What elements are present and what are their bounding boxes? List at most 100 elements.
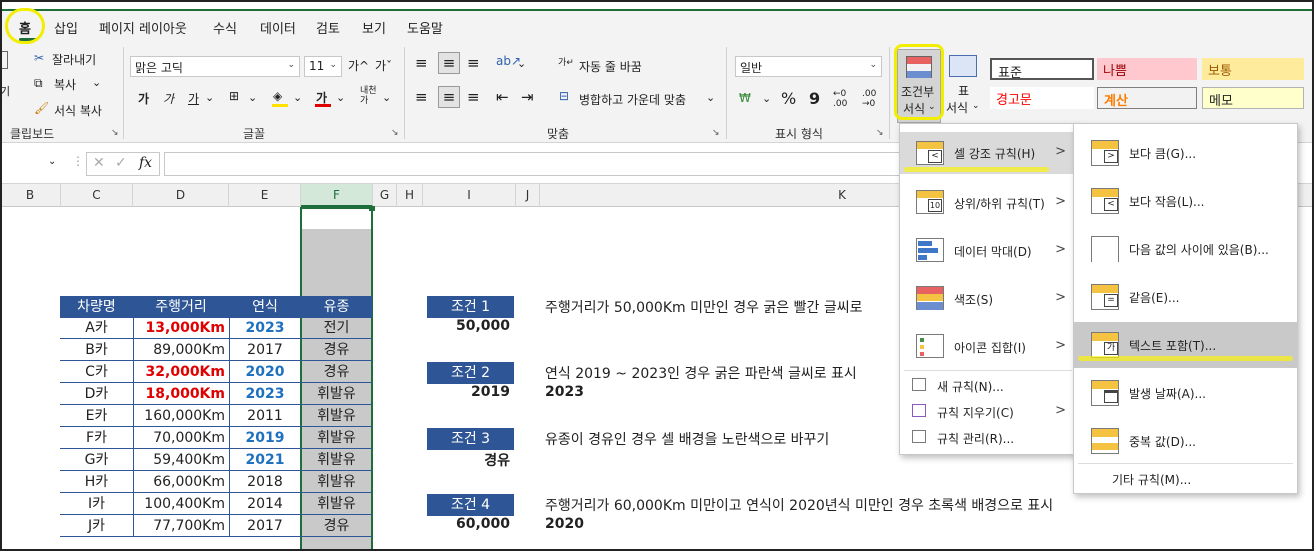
format-as-table-button[interactable]: 표 서식 ⌄ bbox=[946, 49, 982, 123]
column-header[interactable]: I bbox=[423, 184, 516, 207]
table-cell-fuel[interactable]: 휘발유 bbox=[301, 383, 372, 405]
menu-item-data-bars[interactable]: 데이터 막대(D) > bbox=[900, 228, 1076, 272]
menu-item-top-bottom[interactable]: 10 상위/하위 규칙(T) > bbox=[900, 180, 1076, 224]
menu-item-icon-sets[interactable]: 아이콘 집합(I) > bbox=[900, 324, 1076, 368]
formula-input[interactable] bbox=[164, 152, 904, 176]
table-cell-fuel[interactable]: 경유 bbox=[301, 361, 372, 383]
condition-value[interactable]: 2019 bbox=[430, 384, 510, 400]
conditional-formatting-button[interactable]: 조건부 서식 ⌄ bbox=[897, 49, 941, 123]
submenu-item-less-than[interactable]: < 보다 작음(L)... bbox=[1074, 178, 1297, 224]
align-bottom-icon[interactable]: ≡ bbox=[467, 54, 480, 72]
tab-data[interactable]: 데이터 bbox=[260, 18, 296, 37]
number-launcher-icon[interactable]: ↘ bbox=[876, 128, 884, 138]
table-cell-dist[interactable]: 13,000Km bbox=[133, 317, 229, 339]
style-note[interactable]: 메모 bbox=[1202, 87, 1304, 109]
table-cell-year[interactable]: 2018 bbox=[229, 471, 301, 493]
tab-page-layout[interactable]: 페이지 레이아웃 bbox=[99, 18, 187, 37]
table-cell-year[interactable]: 2019 bbox=[229, 427, 301, 449]
submenu-item-between[interactable]: 다음 값의 사이에 있음(B)... bbox=[1074, 226, 1297, 272]
column-header[interactable]: C bbox=[61, 184, 133, 207]
table-cell-fuel[interactable]: 전기 bbox=[301, 317, 372, 339]
increase-indent-icon[interactable]: ⇥ bbox=[521, 88, 534, 106]
font-name-dropdown[interactable]: 맑은 고딕 ⌄ bbox=[130, 56, 300, 77]
column-header[interactable]: B bbox=[0, 184, 61, 207]
style-warning[interactable]: 경고문 bbox=[990, 87, 1094, 109]
tab-review[interactable]: 검토 bbox=[316, 18, 340, 37]
align-right-icon[interactable]: ≡ bbox=[467, 88, 480, 106]
tab-formulas[interactable]: 수식 bbox=[213, 18, 237, 37]
underline-dropdown-icon[interactable]: ⌄ bbox=[205, 91, 214, 104]
currency-icon[interactable]: ₩ bbox=[739, 91, 751, 105]
condition-value[interactable]: 60,000 bbox=[430, 516, 510, 532]
table-cell-dist[interactable]: 89,000Km bbox=[133, 339, 229, 361]
column-header[interactable]: J bbox=[516, 184, 540, 207]
align-top-icon[interactable]: ≡ bbox=[415, 54, 428, 72]
table-cell-dist[interactable]: 32,000Km bbox=[133, 361, 229, 383]
condition-value-2[interactable]: 2020 bbox=[545, 516, 584, 532]
tab-view[interactable]: 보기 bbox=[362, 18, 386, 37]
increase-decimal-icon[interactable]: ←0.00 bbox=[833, 89, 847, 109]
fill-dropdown-icon[interactable]: ⌄ bbox=[293, 91, 302, 104]
underline-button[interactable]: 가 bbox=[188, 90, 199, 107]
font-launcher-icon[interactable]: ↘ bbox=[391, 128, 399, 138]
table-cell-year[interactable]: 2017 bbox=[229, 339, 301, 361]
font-color-dropdown-icon[interactable]: ⌄ bbox=[336, 91, 345, 104]
italic-button[interactable]: 가 bbox=[163, 90, 174, 107]
shrink-font-button[interactable]: 가ˇ bbox=[375, 57, 392, 74]
table-cell-dist[interactable]: 100,400Km bbox=[133, 493, 229, 515]
cut-button[interactable]: 잘라내기 bbox=[52, 51, 96, 68]
paste-label[interactable]: 기 bbox=[0, 83, 10, 99]
table-cell-name[interactable]: F카 bbox=[60, 427, 133, 449]
table-cell-name[interactable]: D카 bbox=[60, 383, 133, 405]
menu-item-new-rule[interactable]: 새 규칙(N)... bbox=[900, 374, 1076, 398]
style-normal[interactable]: 표준 bbox=[990, 58, 1094, 81]
table-cell-name[interactable]: B카 bbox=[60, 339, 133, 361]
align-left-icon[interactable]: ≡ bbox=[415, 88, 428, 106]
borders-icon[interactable]: ⊞ bbox=[229, 89, 239, 103]
table-cell-name[interactable]: H카 bbox=[60, 471, 133, 493]
wrap-text-button[interactable]: 자동 줄 바꿈 bbox=[579, 58, 642, 75]
column-header[interactable]: D bbox=[133, 184, 229, 207]
table-cell-year[interactable]: 2023 bbox=[229, 317, 301, 339]
submenu-item-date-occurring[interactable]: 발생 날짜(A)... bbox=[1074, 370, 1297, 416]
table-cell-name[interactable]: C카 bbox=[60, 361, 133, 383]
menu-item-manage-rules[interactable]: 규칙 관리(R)... bbox=[900, 426, 1076, 450]
orientation-dropdown-icon[interactable]: ⌄ bbox=[517, 57, 526, 70]
table-cell-year[interactable]: 2020 bbox=[229, 361, 301, 383]
column-header-selected[interactable]: F bbox=[301, 184, 373, 207]
table-cell-dist[interactable]: 160,000Km bbox=[133, 405, 229, 427]
copy-dropdown-icon[interactable]: ⌄ bbox=[92, 76, 101, 89]
table-cell-fuel[interactable]: 경유 bbox=[301, 515, 372, 537]
submenu-item-equal-to[interactable]: = 같음(E)... bbox=[1074, 274, 1297, 320]
decrease-indent-icon[interactable]: ⇤ bbox=[496, 88, 509, 106]
submenu-item-duplicate-values[interactable]: 중복 값(D)... bbox=[1074, 418, 1297, 464]
menu-item-highlight-cells[interactable]: < 셀 강조 규칙(H) > bbox=[900, 132, 1076, 174]
table-cell-fuel[interactable]: 휘발유 bbox=[301, 471, 372, 493]
table-cell-dist[interactable]: 66,000Km bbox=[133, 471, 229, 493]
bold-button[interactable]: 가 bbox=[138, 90, 149, 107]
table-cell-dist[interactable]: 18,000Km bbox=[133, 383, 229, 405]
style-calculation[interactable]: 계산 bbox=[1097, 87, 1197, 109]
fill-color-icon[interactable]: ◈ bbox=[273, 89, 282, 103]
menu-item-clear-rules[interactable]: 규칙 지우기(C) > bbox=[900, 400, 1076, 424]
decrease-decimal-icon[interactable]: .00 →0 bbox=[862, 89, 876, 109]
table-cell-name[interactable]: J카 bbox=[60, 515, 133, 537]
grow-font-button[interactable]: 가^ bbox=[348, 57, 369, 74]
table-cell-fuel[interactable]: 휘발유 bbox=[301, 449, 372, 471]
table-cell-year[interactable]: 2014 bbox=[229, 493, 301, 515]
phonetic-dropdown-icon[interactable]: ⌄ bbox=[382, 91, 391, 104]
percent-button[interactable]: % bbox=[781, 89, 796, 108]
function-icon[interactable]: fx bbox=[139, 155, 152, 171]
align-center-icon[interactable]: ≡ bbox=[438, 86, 460, 108]
clipboard-launcher-icon[interactable]: ↘ bbox=[111, 128, 119, 138]
table-cell-name[interactable]: I카 bbox=[60, 493, 133, 515]
format-painter-button[interactable]: 서식 복사 bbox=[54, 102, 102, 119]
condition-value[interactable]: 경유 bbox=[430, 450, 510, 470]
fill-handle[interactable] bbox=[369, 206, 375, 211]
menu-item-color-scales[interactable]: 색조(S) > bbox=[900, 276, 1076, 320]
table-cell-dist[interactable]: 77,700Km bbox=[133, 515, 229, 537]
style-bad[interactable]: 나쁨 bbox=[1097, 58, 1197, 80]
column-header[interactable]: H bbox=[397, 184, 423, 207]
table-cell-year[interactable]: 2023 bbox=[229, 383, 301, 405]
style-neutral[interactable]: 보통 bbox=[1202, 58, 1304, 80]
